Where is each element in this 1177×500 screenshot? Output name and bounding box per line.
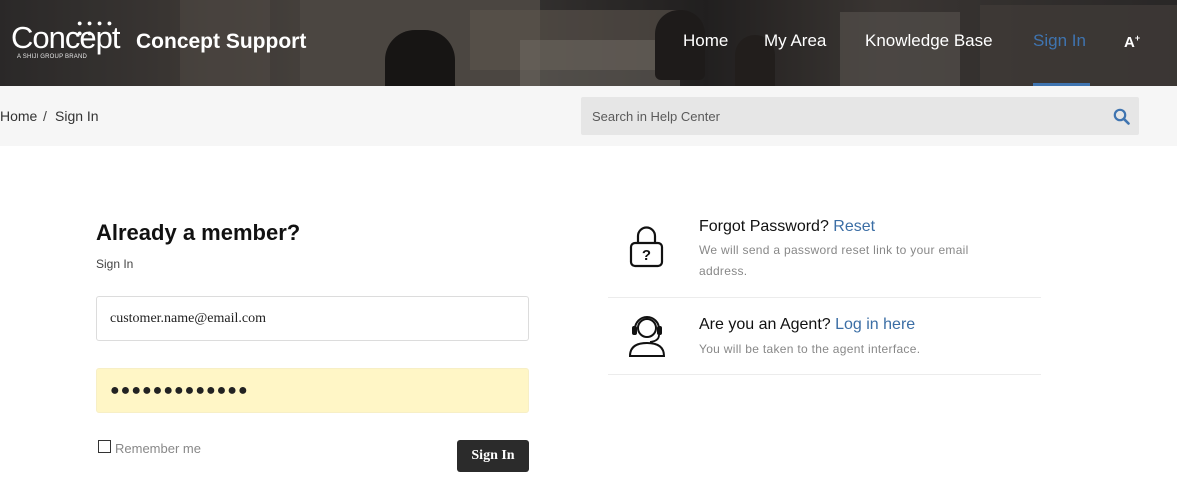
- svg-text:?: ?: [642, 247, 651, 264]
- remember-me-label[interactable]: Remember me: [115, 441, 201, 456]
- breadcrumb-current: Sign In: [55, 108, 99, 124]
- agent-login-link[interactable]: Log in here: [835, 316, 915, 333]
- forgot-password-text: Forgot Password?: [699, 218, 829, 235]
- panel-divider: [608, 297, 1041, 298]
- nav-knowledge-base[interactable]: Knowledge Base: [865, 31, 993, 51]
- nav-sign-in[interactable]: Sign In: [1033, 31, 1086, 51]
- sign-in-button[interactable]: Sign In: [457, 440, 529, 472]
- help-center-search: [581, 97, 1139, 135]
- agent-description: You will be taken to the agent interface…: [699, 342, 921, 356]
- breadcrumb-home[interactable]: Home: [0, 108, 37, 124]
- concept-logo[interactable]: ● ● ● ● ● ● Concept A SHIJI GROUP BRAND: [11, 18, 121, 64]
- logo-wordmark: Concept: [11, 20, 120, 55]
- text-size-icon[interactable]: A+: [1124, 33, 1140, 51]
- panel-divider-bottom: [608, 374, 1041, 375]
- nav-home[interactable]: Home: [683, 31, 728, 51]
- forgot-password-description: We will send a password reset link to yo…: [699, 243, 969, 278]
- logo-tagline: A SHIJI GROUP BRAND: [17, 54, 88, 60]
- headset-agent-icon: [628, 316, 666, 357]
- email-field[interactable]: [96, 296, 529, 341]
- forgot-password-title: Forgot Password? Reset: [699, 218, 875, 236]
- reset-password-link[interactable]: Reset: [833, 218, 875, 235]
- breadcrumb-separator: /: [43, 108, 47, 124]
- site-header: ● ● ● ● ● ● Concept A SHIJI GROUP BRAND …: [0, 0, 1177, 86]
- breadcrumb-bar: Home / Sign In: [0, 86, 1177, 146]
- site-title[interactable]: Concept Support: [136, 30, 306, 54]
- nav-my-area[interactable]: My Area: [764, 31, 826, 51]
- password-field[interactable]: [96, 368, 529, 413]
- remember-me-checkbox[interactable]: [98, 440, 111, 453]
- search-icon[interactable]: [1113, 108, 1130, 125]
- agent-title: Are you an Agent? Log in here: [699, 316, 915, 334]
- search-input[interactable]: [581, 97, 1101, 135]
- agent-text: Are you an Agent?: [699, 316, 831, 333]
- login-subheading: Sign In: [96, 257, 134, 271]
- text-size-label: A: [1124, 34, 1135, 51]
- lock-icon: ?: [629, 226, 664, 268]
- login-heading: Already a member?: [96, 220, 301, 245]
